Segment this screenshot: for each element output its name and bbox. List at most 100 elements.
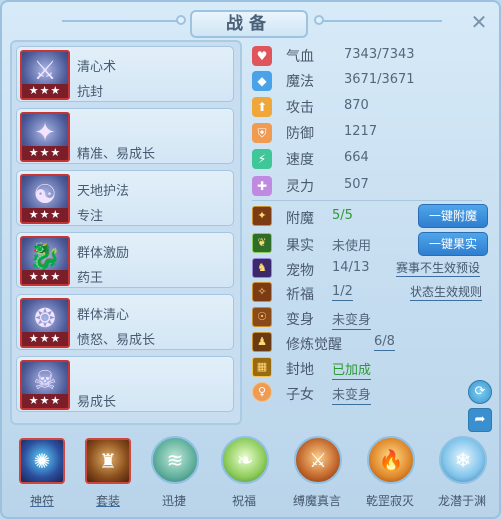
heart-icon: ♥ <box>252 46 272 66</box>
stat-label: 气血 <box>286 49 314 65</box>
swords-icon: ⚔ ★★★ <box>20 50 70 100</box>
row-label: 宠物 <box>286 263 314 279</box>
dragon-icon: 🐉 ★★★ <box>20 236 70 286</box>
card-attribute: 抗封 <box>77 85 104 100</box>
flame-icon: 🔥 <box>367 436 415 484</box>
card-skill-name: 群体激励 <box>77 246 130 261</box>
tab-label: 乾罡寂灭 <box>365 494 414 508</box>
title-knot-left <box>176 15 186 25</box>
diamond-icon: ◆ <box>252 71 272 91</box>
card-stars: ★★★ <box>22 332 68 346</box>
card-item[interactable]: ☠ ★★★ 易成长 <box>16 356 234 412</box>
stat-label: 灵力 <box>286 179 314 195</box>
tab-fumozhenyan[interactable]: ⚔ 缚魔真言 <box>287 436 347 517</box>
row-label: 附魔 <box>286 211 314 227</box>
row-value: 5/5 <box>332 208 353 223</box>
card-stars: ★★★ <box>22 270 68 284</box>
stat-value: 3671/3671 <box>344 72 415 87</box>
stat-value: 870 <box>344 98 369 113</box>
divider <box>252 200 482 201</box>
card-item[interactable]: ✦ ★★★ 精准、易成长 <box>16 108 234 164</box>
chest-icon: ♜ <box>85 438 131 484</box>
row-value[interactable]: 未变身 <box>332 309 372 330</box>
card-item[interactable]: ❂ ★★★ 群体清心 愤怒、易成长 <box>16 294 234 350</box>
row-label: 果实 <box>286 238 314 254</box>
card-skill-name: 天地护法 <box>77 184 130 199</box>
window-title: 战备 <box>190 10 308 38</box>
stat-value: 1217 <box>344 124 378 139</box>
leaf-icon: ❧ <box>221 436 269 484</box>
row-label: 祈福 <box>286 287 314 303</box>
card-skill-name: 清心术 <box>77 60 117 75</box>
sparkle-icon: ✚ <box>252 176 272 196</box>
child-icon: ♀ <box>252 382 272 402</box>
wind-icon: ≋ <box>151 436 199 484</box>
orb-icon: ✺ <box>19 438 65 484</box>
close-button[interactable]: ✕ <box>464 8 494 38</box>
share-button[interactable]: ➦ <box>468 408 492 432</box>
tab-label: 祝福 <box>231 494 256 508</box>
row-value: 未使用 <box>332 239 372 254</box>
dragon-head-icon: ❄ <box>439 436 487 484</box>
card-item[interactable]: 🐉 ★★★ 群体激励 药王 <box>16 232 234 288</box>
tab-longqianyuyuan[interactable]: ❄ 龙潜于渊 <box>432 436 492 517</box>
row-label: 子女 <box>286 387 314 403</box>
row-value[interactable]: 未变身 <box>332 384 372 405</box>
person-icon: ⬆ <box>252 97 272 117</box>
bottom-tab-bar: ✺ 神符 ♜ 套装 ≋ 迅捷 ❧ 祝福 ⚔ 缚魔真言 🔥 乾罡寂灭 ❄ 龙潜于渊 <box>2 430 499 517</box>
refresh-button[interactable]: ⟳ <box>468 380 492 404</box>
fief-icon: ▦ <box>252 357 272 377</box>
tab-shenfu[interactable]: ✺ 神符 <box>12 436 72 517</box>
card-skill-name: 群体清心 <box>77 308 130 323</box>
row-label: 变身 <box>286 312 314 328</box>
stat-value: 7343/7343 <box>344 47 415 62</box>
pet-icon: ♞ <box>252 258 272 278</box>
card-attribute: 易成长 <box>77 395 117 410</box>
wheel-icon: ❂ ★★★ <box>20 298 70 348</box>
enchant-icon: ✦ <box>252 206 272 226</box>
lightning-icon: ⚡ <box>252 149 272 169</box>
event-preset-link[interactable]: 赛事不生效预设 <box>396 259 481 277</box>
card-stars: ★★★ <box>22 84 68 98</box>
status-rules-link[interactable]: 状态生效规则 <box>410 283 483 301</box>
scepter-icon: ✦ ★★★ <box>20 112 70 162</box>
card-stars: ★★★ <box>22 146 68 160</box>
tab-zhufu[interactable]: ❧ 祝福 <box>214 436 274 517</box>
one-click-enchant-button[interactable]: 一键附魔 <box>418 204 488 228</box>
tab-label: 龙潜于渊 <box>437 494 486 508</box>
row-label: 修炼觉醒 <box>286 337 342 353</box>
tab-label: 缚魔真言 <box>292 494 341 508</box>
title-ornament-left <box>62 20 182 22</box>
row-value[interactable]: 1/2 <box>332 284 353 301</box>
guardian-icon: ☯ ★★★ <box>20 174 70 224</box>
tab-xunjie[interactable]: ≋ 迅捷 <box>144 436 204 517</box>
warrior-icon: ⚔ <box>294 436 342 484</box>
transform-icon: ☉ <box>252 307 272 327</box>
card-attribute: 专注 <box>77 209 104 224</box>
stat-value: 507 <box>344 177 369 192</box>
card-item[interactable]: ⚔ ★★★ 清心术 抗封 <box>16 46 234 102</box>
card-stars: ★★★ <box>22 208 68 222</box>
card-item[interactable]: ☯ ★★★ 天地护法 专注 <box>16 170 234 226</box>
row-value[interactable]: 6/8 <box>374 334 395 351</box>
stat-label: 防御 <box>286 126 314 142</box>
blessing-icon: ✧ <box>252 282 272 302</box>
row-value: 14/13 <box>332 260 370 275</box>
card-attribute: 精准、易成长 <box>77 147 156 162</box>
stat-label: 魔法 <box>286 74 314 90</box>
card-list-panel: ⚔ ★★★ 清心术 抗封 ✦ ★★★ 精准、易成长 ☯ ★★★ 天地护法 专注 <box>10 40 242 425</box>
card-stars: ★★★ <box>22 394 68 408</box>
mask-icon: ☠ ★★★ <box>20 360 70 410</box>
tab-taozhuang[interactable]: ♜ 套装 <box>78 436 138 517</box>
one-click-fruit-button[interactable]: 一键果实 <box>418 232 488 256</box>
equipment-window: 战备 ✕ ⚔ ★★★ 清心术 抗封 ✦ ★★★ 精准、易成长 ☯ ★★★ 天地护… <box>0 0 501 519</box>
title-ornament-right <box>322 20 442 22</box>
cultivation-icon: ♟ <box>252 332 272 352</box>
stat-label: 攻击 <box>286 100 314 116</box>
card-attribute: 药王 <box>77 271 104 286</box>
shield-icon: ⛨ <box>252 123 272 143</box>
stat-label: 速度 <box>286 152 314 168</box>
tab-qiangangjimie[interactable]: 🔥 乾罡寂灭 <box>360 436 420 517</box>
stat-value: 664 <box>344 150 369 165</box>
row-value: 已加成 <box>332 359 372 380</box>
